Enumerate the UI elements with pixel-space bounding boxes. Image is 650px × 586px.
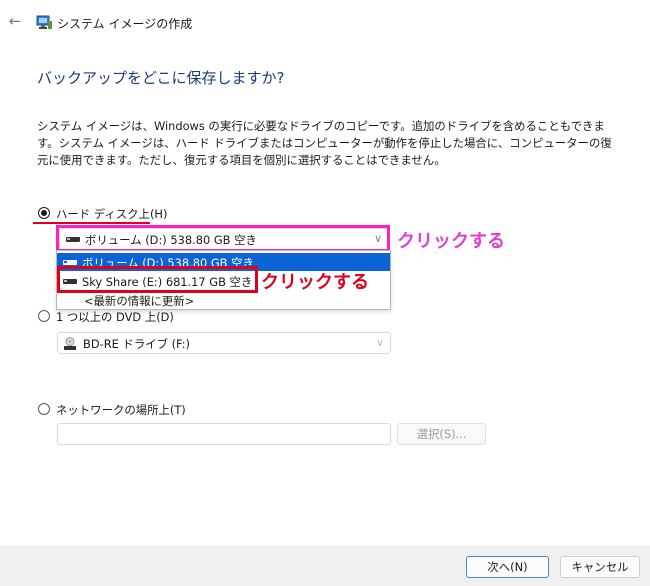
radio-network-label[interactable]: ネットワークの場所上(T) xyxy=(56,402,186,418)
footer-bar: 次へ(N) キャンセル xyxy=(0,546,650,586)
click-annotation-1: クリックする xyxy=(397,231,505,252)
dropdown-item-label: <最新の情報に更新> xyxy=(84,294,195,308)
drive-icon xyxy=(63,279,77,284)
page-heading: バックアップをどこに保存しますか? xyxy=(37,69,285,87)
radio-dvd[interactable] xyxy=(38,310,50,322)
radio-hard-disk-label[interactable]: ハード ディスク上(H) xyxy=(56,206,167,222)
radio-hard-disk[interactable] xyxy=(38,207,50,219)
drive-icon xyxy=(66,237,80,242)
drive-icon xyxy=(63,260,77,265)
select-button[interactable]: 選択(S)... xyxy=(397,423,486,445)
cancel-button[interactable]: キャンセル xyxy=(560,556,640,578)
red-underline-annotation xyxy=(33,222,150,224)
dvd-combo[interactable]: BD-RE ドライブ (F:) ∨ xyxy=(57,332,391,354)
hard-disk-combo-value: ボリューム (D:) 538.80 GB 空き xyxy=(85,233,257,247)
dvd-combo-value: BD-RE ドライブ (F:) xyxy=(83,337,191,351)
window-title: システム イメージの作成 xyxy=(57,17,193,31)
dvd-drive-icon xyxy=(64,337,76,350)
click-annotation-2: クリックする xyxy=(261,272,369,293)
hard-disk-combo[interactable]: ボリューム (D:) 538.80 GB 空き ∨ xyxy=(59,228,389,250)
dropdown-item-label: Sky Share (E:) 681.17 GB 空き xyxy=(82,275,253,289)
network-location-input[interactable] xyxy=(57,423,391,445)
page-description: システム イメージは、Windows の実行に必要なドライブのコピーです。追加の… xyxy=(37,119,612,167)
system-image-icon xyxy=(36,15,52,29)
next-button[interactable]: 次へ(N) xyxy=(466,556,549,578)
chevron-down-icon: ∨ xyxy=(373,232,382,245)
title-bar: ← システム イメージの作成 xyxy=(0,0,650,46)
radio-network[interactable] xyxy=(38,403,50,415)
chevron-down-icon: ∨ xyxy=(375,336,384,349)
back-arrow-icon[interactable]: ← xyxy=(7,13,23,29)
dropdown-item-label: ボリューム (D:) 538.80 GB 空き xyxy=(82,256,254,270)
radio-dvd-label[interactable]: 1 つ以上の DVD 上(D) xyxy=(56,309,174,325)
